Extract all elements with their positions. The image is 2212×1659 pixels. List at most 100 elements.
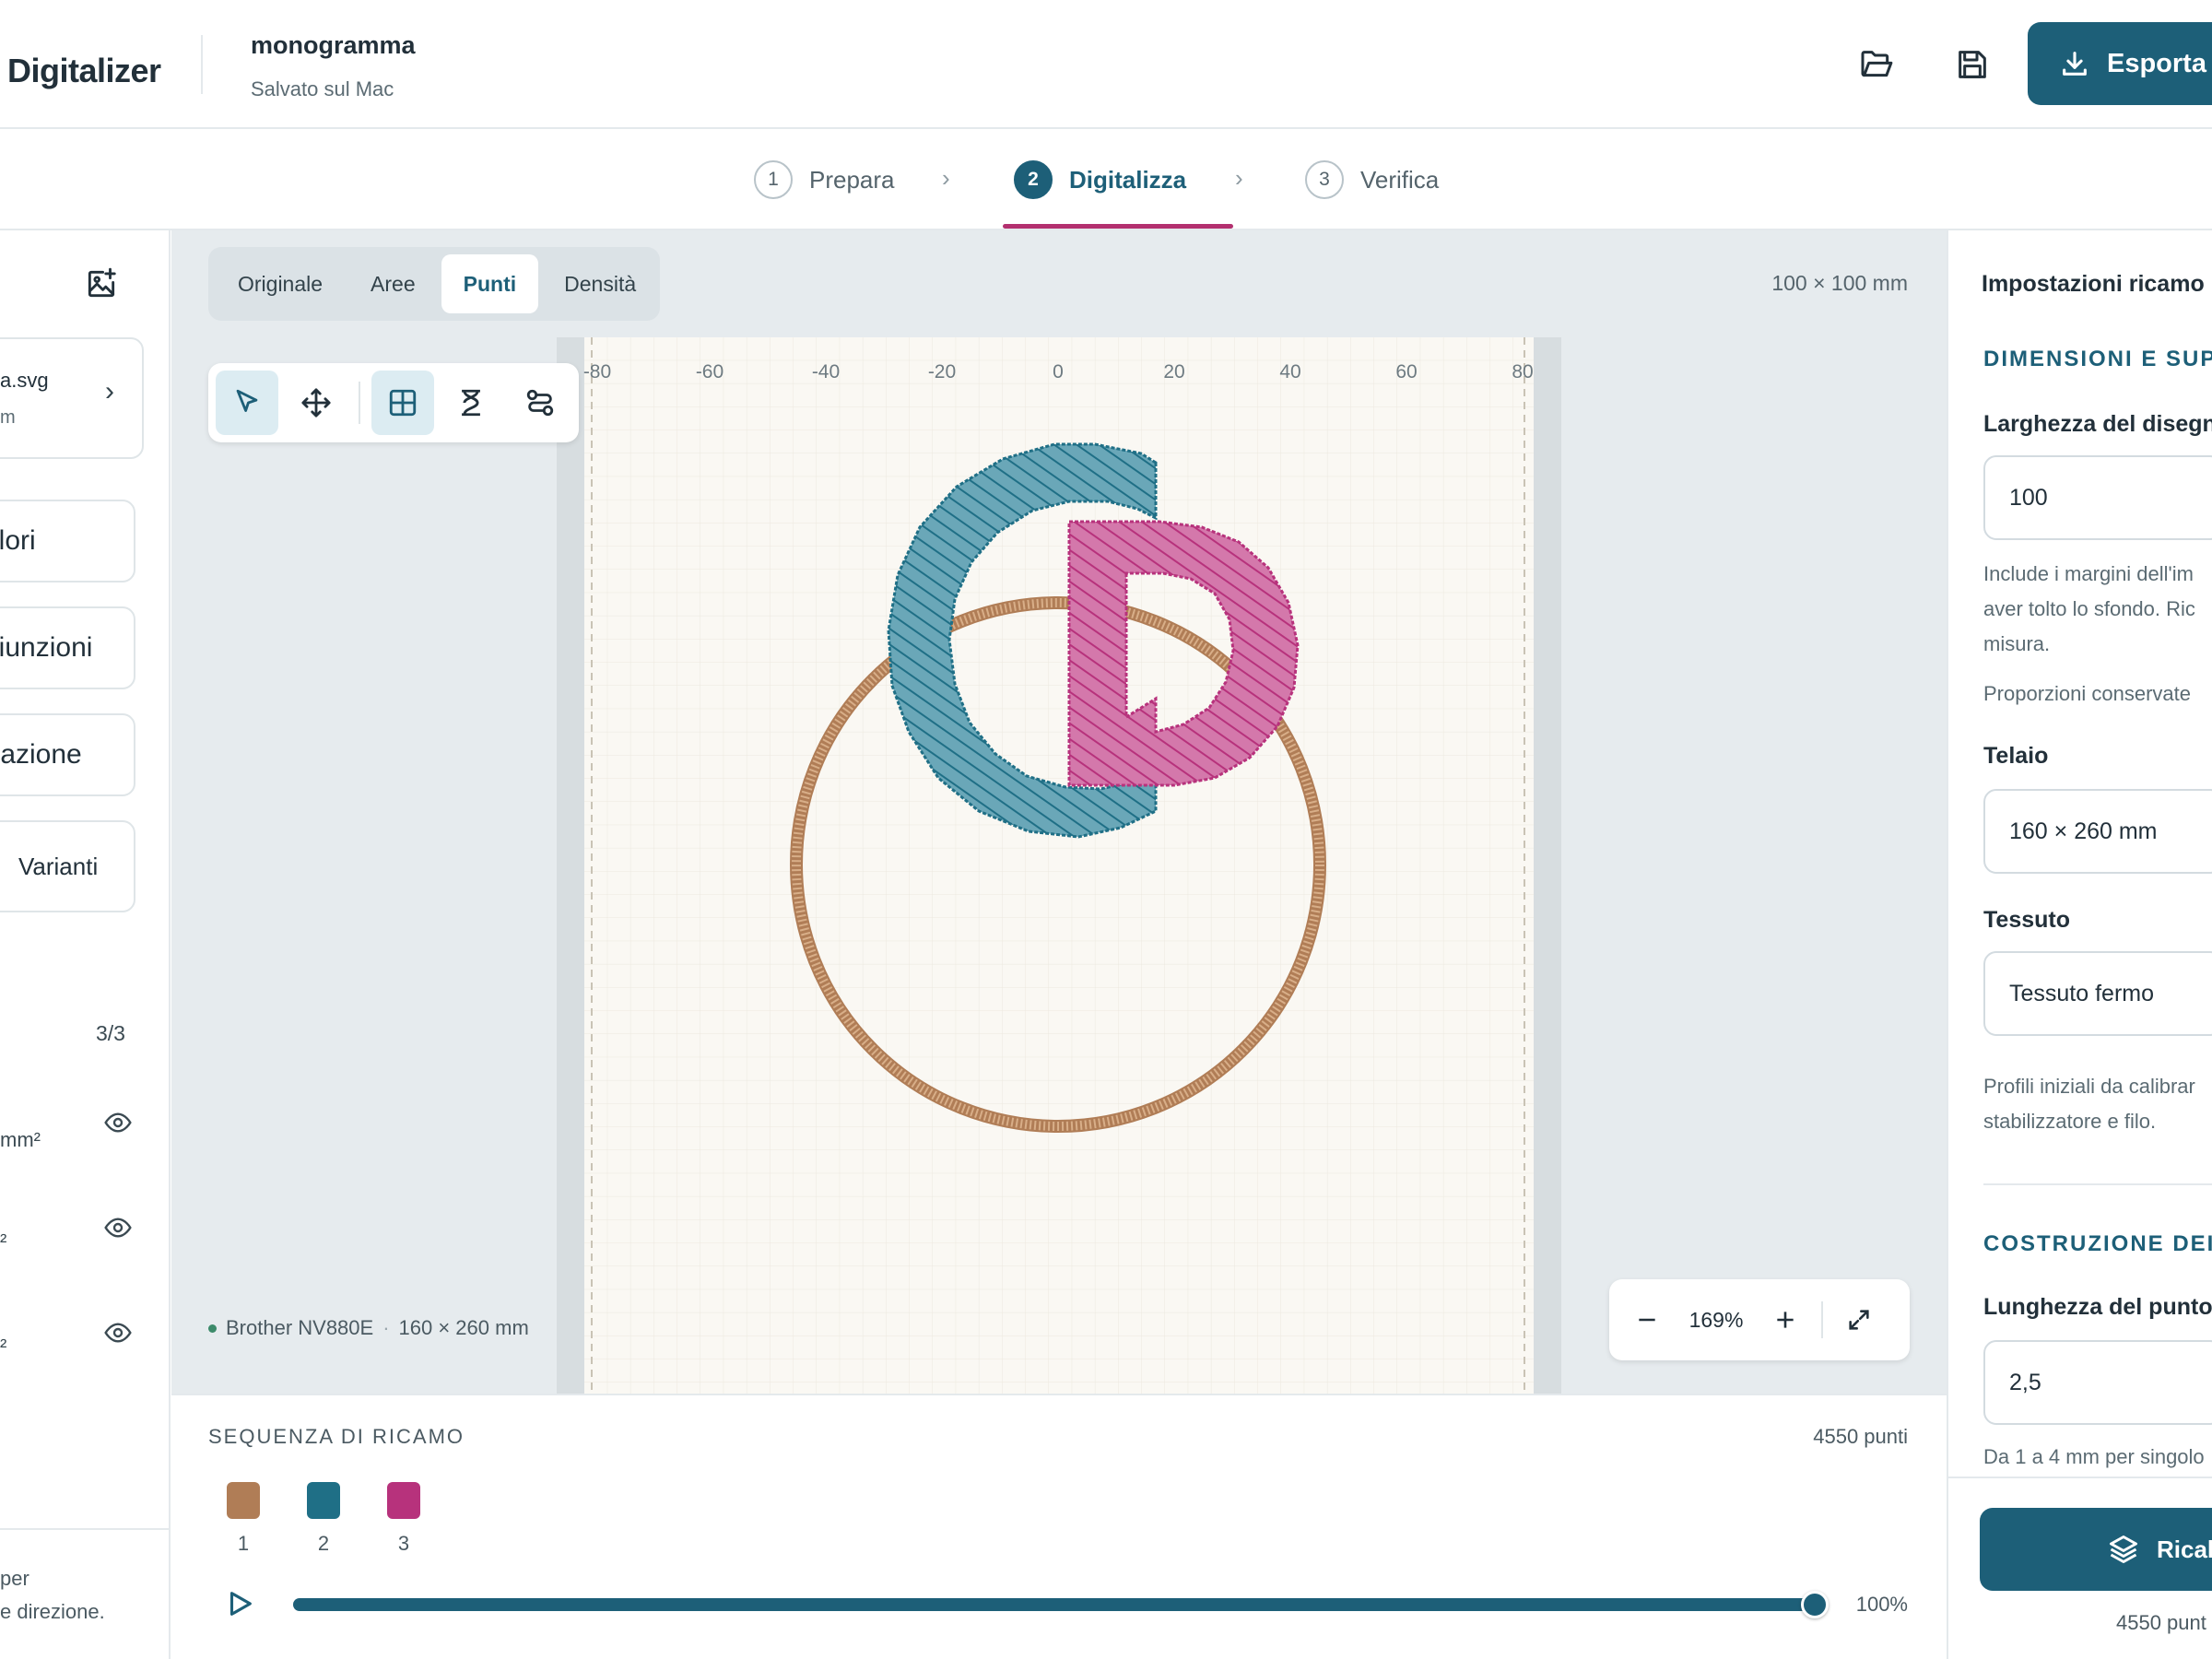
step-digitalizza[interactable]: 2 Digitalizza xyxy=(1014,160,1186,199)
sequence-progress-label: 100% xyxy=(1855,1593,1908,1616)
stitch-count: 4550 punti xyxy=(1813,1425,1908,1448)
tab-aree[interactable]: Aree xyxy=(348,254,438,313)
source-file-card[interactable]: a.svg m › xyxy=(0,337,144,459)
section-divider xyxy=(1983,1183,2212,1185)
left-footer-divider xyxy=(0,1528,170,1530)
export-button[interactable]: Esporta xyxy=(2028,22,2212,105)
zoom-level: 169% xyxy=(1688,1307,1744,1332)
fabric-label: Tessuto xyxy=(1983,907,2070,933)
hoop-value: 160 × 260 mm xyxy=(2009,818,2158,844)
width-input[interactable]: 100 xyxy=(1983,455,2212,540)
file-info: m xyxy=(0,407,16,428)
sequence-title: SEQUENZA DI RICAMO xyxy=(208,1425,465,1448)
pointer-icon xyxy=(236,389,258,412)
zoom-separator xyxy=(1821,1301,1823,1338)
variants-icon xyxy=(0,853,4,880)
status-dot xyxy=(208,1324,217,1333)
folder-open-icon xyxy=(1861,51,1893,77)
settings-title: Impostazioni ricamo xyxy=(1982,271,2205,297)
stitch-length-value: 2,5 xyxy=(2009,1369,2041,1395)
grid-tool[interactable] xyxy=(371,371,435,435)
ruler-tick: 40 xyxy=(1279,361,1301,382)
recalc-stitch-count: 4550 punt xyxy=(2116,1611,2206,1634)
zoom-in-button[interactable] xyxy=(1760,1295,1810,1345)
width-help: misura. xyxy=(1983,632,2051,655)
play-button[interactable] xyxy=(210,1574,269,1633)
step-number: 3 xyxy=(1305,160,1344,199)
tab-punti[interactable]: Punti xyxy=(441,254,539,313)
step-verifica[interactable]: 3 Verifica xyxy=(1305,160,1439,199)
ruler-tick: -40 xyxy=(811,361,841,382)
section-dimensions: DIMENSIONI E SUP xyxy=(1983,347,2212,371)
add-image-button[interactable] xyxy=(72,254,131,313)
header-divider xyxy=(201,35,203,94)
chevron-right-icon: › xyxy=(105,376,114,406)
width-label: Larghezza del disegno xyxy=(1983,411,2212,437)
save-button[interactable] xyxy=(1943,35,2002,94)
thread-swatch xyxy=(307,1482,340,1519)
zoom-out-button[interactable] xyxy=(1622,1295,1672,1345)
step-number: 2 xyxy=(1014,160,1053,199)
eye-icon xyxy=(104,1323,132,1343)
fit-view-button[interactable] xyxy=(1834,1295,1884,1345)
chevron-right-icon: › xyxy=(1235,164,1243,192)
step-prepara[interactable]: 1 Prepara xyxy=(754,160,895,199)
machine-info: Brother NV880E · 160 × 260 mm xyxy=(208,1316,529,1340)
app-name: Digitalizer xyxy=(7,52,161,89)
ruler-tick: 80 xyxy=(1512,361,1534,382)
select-tool[interactable] xyxy=(216,371,279,435)
grid-icon xyxy=(389,389,417,417)
layer-count: 3/3 xyxy=(96,1021,125,1045)
step-label: Prepara xyxy=(809,165,895,194)
variants-button[interactable]: Varianti xyxy=(0,820,135,912)
active-step-indicator xyxy=(1003,224,1233,229)
joins-button[interactable]: giunzioni xyxy=(0,606,135,689)
expand-icon xyxy=(1849,1310,1869,1330)
file-name: a.svg xyxy=(0,369,49,392)
registration-button[interactable]: trazione xyxy=(0,713,135,796)
edit-toolbar xyxy=(208,363,579,442)
fill-tool[interactable] xyxy=(440,371,502,435)
stitch-canvas xyxy=(584,337,1534,1394)
layer-area: mm² xyxy=(0,1128,41,1151)
hoop-select[interactable]: 160 × 260 mm xyxy=(1983,789,2212,874)
thread-number: 1 xyxy=(237,1532,250,1555)
ruler-tick: -80 xyxy=(582,361,612,382)
machine-hoop: 160 × 260 mm xyxy=(398,1316,529,1339)
layers-icon xyxy=(2110,1535,2137,1563)
hoop-label: Telaio xyxy=(1983,743,2049,769)
route-icon xyxy=(526,389,553,417)
plus-icon xyxy=(1777,1312,1794,1328)
color-step-2[interactable]: 2 xyxy=(307,1482,340,1556)
color-step-1[interactable]: 1 xyxy=(227,1482,260,1556)
layer-visibility-toggle[interactable] xyxy=(88,1198,147,1257)
ruler-tick: 60 xyxy=(1395,361,1418,382)
document-name[interactable]: monogramma xyxy=(251,31,416,60)
stitch-length-input[interactable]: 2,5 xyxy=(1983,1340,2212,1425)
proportions-note: Proporzioni conservate xyxy=(1983,682,2192,705)
sequence-progress-thumb[interactable] xyxy=(1801,1591,1829,1618)
view-mode-tabs: Originale Aree Punti Densità xyxy=(208,247,660,321)
chevron-right-icon: › xyxy=(942,164,950,192)
color-step-3[interactable]: 3 xyxy=(387,1482,420,1556)
sequence-progress-track[interactable] xyxy=(293,1598,1816,1611)
thread-swatch xyxy=(227,1482,260,1519)
colors-button[interactable]: olori xyxy=(0,500,135,582)
tab-originale[interactable]: Originale xyxy=(216,254,345,313)
tab-densita[interactable]: Densità xyxy=(542,254,658,313)
recalculate-button[interactable]: Ricalc xyxy=(1980,1508,2212,1591)
design-size: 100 × 100 mm xyxy=(1771,271,1908,295)
hourglass-icon xyxy=(462,389,481,417)
open-folder-button[interactable] xyxy=(1847,35,1906,94)
ruler-tick: -60 xyxy=(695,361,724,382)
add-image-icon xyxy=(88,267,116,298)
fabric-select[interactable]: Tessuto fermo xyxy=(1983,951,2212,1036)
hoop-work-area[interactable] xyxy=(584,337,1534,1394)
stitch-length-label: Lunghezza del punto xyxy=(1983,1294,2212,1320)
layer-visibility-toggle[interactable] xyxy=(88,1303,147,1362)
move-tool[interactable] xyxy=(284,371,347,435)
left-footer-text: e direzione. xyxy=(0,1600,105,1623)
layer-visibility-toggle[interactable] xyxy=(88,1093,147,1152)
download-icon xyxy=(2063,52,2087,76)
width-help: aver tolto lo sfondo. Ric xyxy=(1983,597,2195,620)
